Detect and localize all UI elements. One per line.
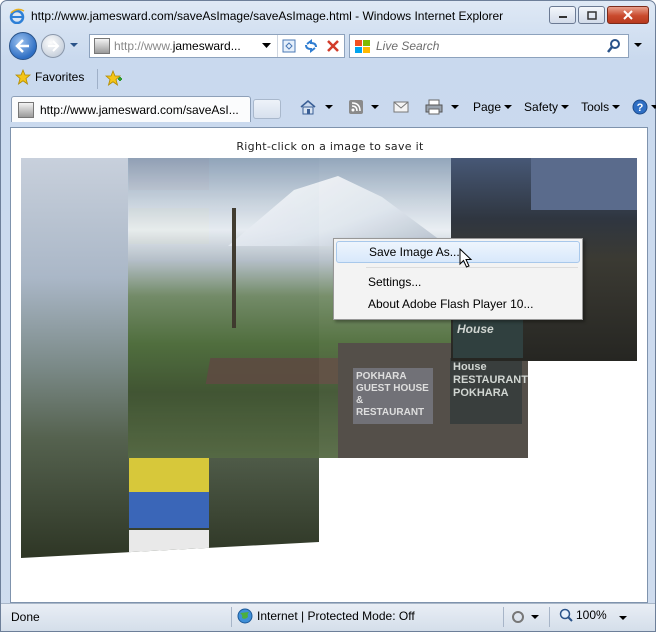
forward-button[interactable] (41, 34, 65, 58)
globe-icon (237, 608, 253, 624)
flag-blue (129, 492, 209, 528)
flag-white (129, 530, 209, 558)
mail-icon (393, 101, 409, 113)
safety-menu-label: Safety (524, 100, 559, 114)
rss-feed-icon (349, 100, 363, 114)
flag-yellow (129, 458, 209, 494)
feeds-button[interactable] (345, 98, 367, 116)
shelter-roof (205, 358, 351, 384)
read-mail-button[interactable] (389, 99, 413, 115)
house-sign: House (453, 318, 523, 358)
recent-pages-dropdown-icon[interactable] (69, 42, 79, 48)
print-button[interactable] (421, 97, 447, 117)
tools-menu-label: Tools (581, 100, 610, 114)
mouse-cursor-icon (459, 248, 473, 268)
window-title: http://www.jamesward.com/saveAsImage/sav… (31, 9, 504, 23)
search-icon[interactable] (606, 38, 622, 54)
favorites-bar: Favorites (1, 63, 655, 93)
magnifier-icon (559, 608, 573, 622)
arrow-right-icon (48, 40, 60, 52)
page-instruction: Right-click on a image to save it (236, 140, 424, 153)
add-to-favorites-bar-icon[interactable] (105, 69, 123, 87)
search-options-dropdown-icon[interactable] (633, 42, 643, 48)
home-dropdown-icon[interactable] (325, 105, 333, 109)
title-bar: http://www.jamesward.com/saveAsImage/sav… (1, 1, 655, 29)
chevron-down-icon (561, 105, 570, 109)
status-bar: Done Internet | Protected Mode: Off 100% (1, 603, 655, 631)
svg-text:?: ? (637, 102, 644, 114)
snow-mountain (228, 176, 448, 246)
printer-icon (425, 99, 443, 115)
favorites-button[interactable]: Favorites (15, 69, 84, 85)
address-dropdown[interactable] (255, 35, 277, 57)
star-icon (15, 69, 31, 85)
help-icon: ? (632, 99, 648, 115)
minimize-button[interactable] (549, 6, 576, 24)
chevron-down-icon (504, 105, 513, 109)
print-dropdown-icon[interactable] (451, 105, 459, 109)
tab-bar: http://www.jamesward.com/saveAsI... Page… (1, 93, 656, 123)
tools-menu[interactable]: Tools (577, 98, 624, 116)
page-content: Right-click on a image to save it POKHAR… (10, 127, 648, 603)
new-tab-button[interactable] (253, 99, 281, 119)
favorites-label: Favorites (35, 70, 85, 84)
browser-window: http://www.jamesward.com/saveAsImage/sav… (0, 0, 656, 632)
maximize-button[interactable] (578, 6, 605, 24)
stop-icon (327, 40, 339, 52)
live-search-logo-icon (355, 40, 370, 53)
tree-trunk (232, 208, 236, 328)
save-image-as-menu-item[interactable]: Save Image As... (336, 241, 580, 263)
protected-mode-icon[interactable] (511, 609, 539, 625)
address-bar[interactable]: http://www.jamesward... (89, 34, 345, 58)
site-favicon-icon (94, 38, 110, 54)
page-menu-label: Page (473, 100, 502, 114)
home-icon (300, 99, 316, 115)
status-text: Done (11, 610, 40, 624)
chevron-down-icon (612, 105, 621, 109)
minimize-icon (558, 16, 567, 18)
tab-current-page[interactable]: http://www.jamesward.com/saveAsI... (11, 96, 251, 122)
refresh-button[interactable] (300, 35, 322, 57)
zoom-level-button[interactable]: 100% (559, 608, 607, 622)
maximize-icon (586, 10, 597, 20)
safety-menu[interactable]: Safety (520, 98, 573, 116)
security-zone[interactable]: Internet | Protected Mode: Off (237, 608, 415, 624)
close-button[interactable] (607, 6, 649, 24)
help-menu[interactable]: ? (628, 97, 656, 117)
sky-patch (531, 158, 637, 210)
navigation-bar: http://www.jamesward... Live Search (1, 29, 655, 63)
search-box[interactable]: Live Search (349, 34, 629, 58)
arrow-left-icon (15, 39, 29, 53)
command-bar: Page Safety Tools ? (295, 97, 656, 117)
restaurant-sign: House RESTAURANT POKHARA (450, 358, 528, 424)
back-button[interactable] (9, 32, 37, 60)
search-input[interactable]: Live Search (376, 39, 606, 53)
stop-button[interactable] (322, 35, 344, 57)
chevron-down-icon (651, 105, 656, 109)
close-icon (623, 10, 633, 20)
settings-menu-item[interactable]: Settings... (336, 271, 580, 293)
site-favicon-icon (18, 101, 34, 118)
address-text[interactable]: http://www.jamesward... (114, 39, 255, 53)
zoom-dropdown-icon[interactable] (618, 615, 628, 621)
refresh-icon (305, 39, 317, 53)
feeds-dropdown-icon[interactable] (371, 105, 379, 109)
about-flash-player-menu-item[interactable]: About Adobe Flash Player 10... (336, 293, 580, 315)
page-menu[interactable]: Page (469, 98, 516, 116)
guest-house-sign: POKHARA GUEST HOUSE & RESTAURANT (353, 368, 433, 424)
compatibility-view-button[interactable] (278, 35, 300, 57)
security-zone-label: Internet | Protected Mode: Off (257, 609, 415, 623)
tab-label: http://www.jamesward.com/saveAsI... (40, 102, 239, 117)
context-menu: Save Image As... Settings... About Adobe… (333, 238, 583, 320)
internet-explorer-icon (9, 8, 25, 24)
chevron-down-icon (261, 43, 271, 48)
home-button[interactable] (295, 97, 321, 117)
zoom-level-label: 100% (576, 608, 607, 622)
compatibility-icon (282, 39, 296, 53)
